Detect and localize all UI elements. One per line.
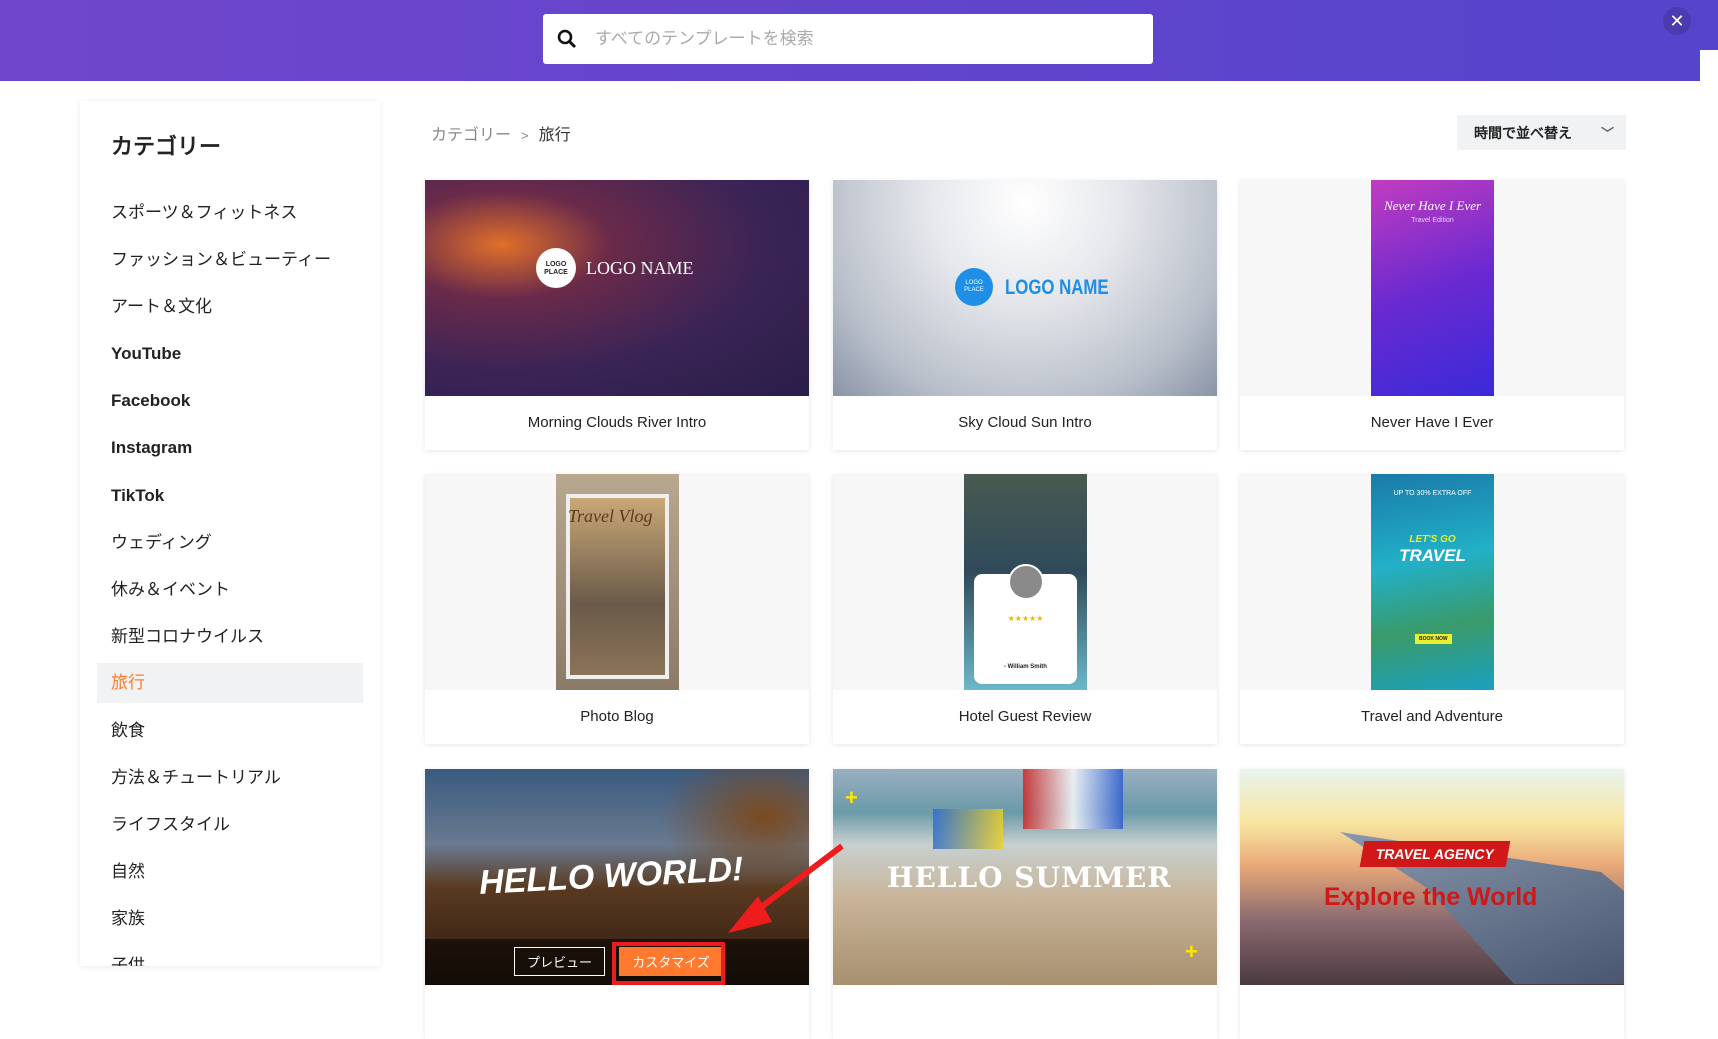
annotation-arrow-icon <box>728 843 844 933</box>
